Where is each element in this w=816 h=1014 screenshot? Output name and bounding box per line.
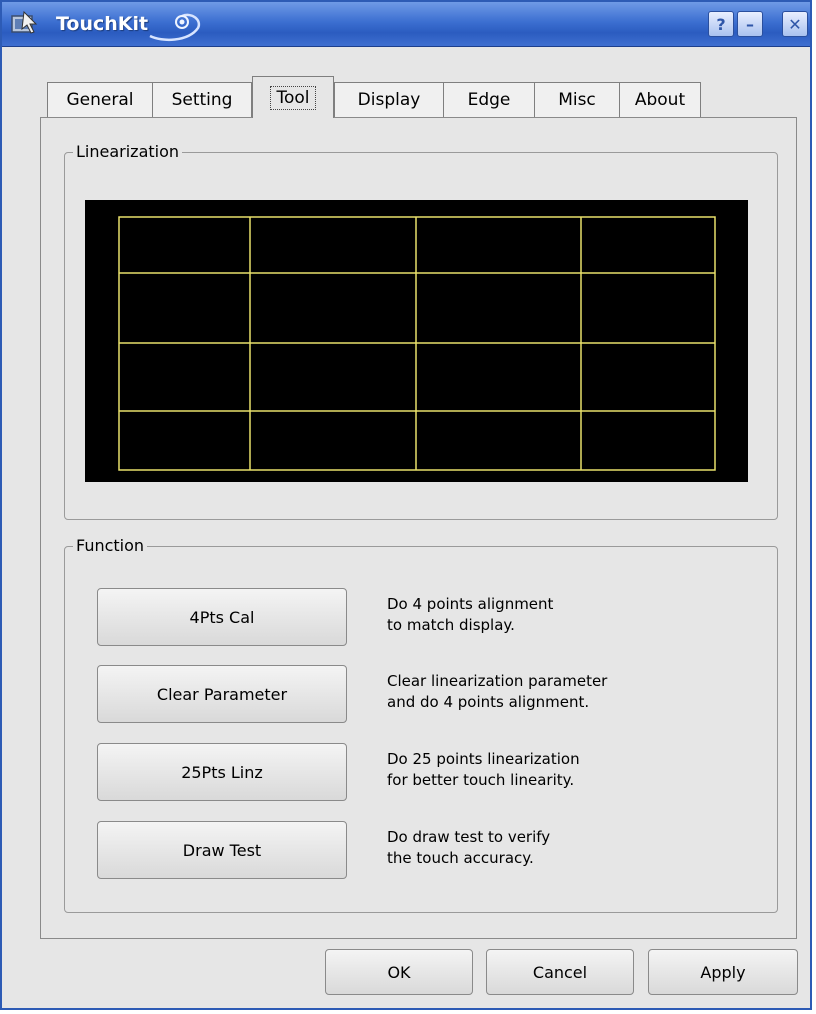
function-group: Function 4Pts Cal Do 4 points alignment … (64, 536, 778, 913)
tab-tool-label: Tool (270, 85, 316, 110)
25pts-linz-button[interactable]: 25Pts Linz (97, 743, 347, 801)
window-title: TouchKit (56, 13, 149, 35)
clear-parameter-desc-line2: and do 4 points alignment. (387, 693, 590, 711)
linearization-grid (118, 216, 716, 471)
tab-about-label: About (634, 90, 686, 110)
tab-misc[interactable]: Misc (534, 82, 620, 117)
draw-test-desc-line2: the touch accuracy. (387, 849, 534, 867)
tab-tool[interactable]: Tool (252, 76, 334, 118)
tab-display-label: Display (357, 90, 421, 110)
linearization-group-label: Linearization (73, 142, 183, 161)
ok-button[interactable]: OK (325, 949, 473, 995)
4pts-cal-button[interactable]: 4Pts Cal (97, 588, 347, 646)
logo-swirl-icon (149, 13, 201, 42)
4pts-cal-desc-line2: to match display. (387, 616, 515, 634)
4pts-cal-description: Do 4 points alignment to match display. (387, 594, 553, 636)
tab-setting[interactable]: Setting (152, 82, 252, 117)
clear-parameter-button[interactable]: Clear Parameter (97, 665, 347, 723)
tab-setting-label: Setting (171, 90, 233, 110)
function-group-label: Function (73, 536, 148, 555)
tab-display[interactable]: Display (334, 82, 444, 117)
clear-parameter-description: Clear linearization parameter and do 4 p… (387, 671, 607, 713)
25pts-linz-description: Do 25 points linearization for better to… (387, 749, 580, 791)
close-button[interactable]: ✕ (782, 11, 808, 37)
app-icon (11, 10, 38, 34)
linearization-group: Linearization (64, 142, 778, 520)
tab-edge-label: Edge (467, 90, 511, 110)
tab-general[interactable]: General (47, 82, 153, 117)
25pts-linz-desc-line1: Do 25 points linearization (387, 750, 580, 768)
cancel-button[interactable]: Cancel (486, 949, 634, 995)
tab-misc-label: Misc (558, 90, 596, 110)
tab-edge[interactable]: Edge (443, 82, 535, 117)
draw-test-button[interactable]: Draw Test (97, 821, 347, 879)
title-bar[interactable]: TouchKit ? – ✕ (2, 2, 810, 47)
draw-test-desc-line1: Do draw test to verify (387, 828, 551, 846)
clear-parameter-desc-line1: Clear linearization parameter (387, 672, 608, 690)
tool-tab-panel: Linearization Function 4Pts Cal Do 4 poi… (40, 117, 797, 939)
tab-general-label: General (66, 90, 134, 110)
touchkit-window: TouchKit ? – ✕ Linearization Function 4P… (0, 0, 812, 1010)
25pts-linz-desc-line2: for better touch linearity. (387, 771, 575, 789)
minimize-button[interactable]: – (737, 11, 763, 37)
tab-about[interactable]: About (619, 82, 701, 117)
apply-button[interactable]: Apply (648, 949, 798, 995)
linearization-preview (85, 200, 748, 482)
help-button[interactable]: ? (708, 11, 734, 37)
4pts-cal-desc-line1: Do 4 points alignment (387, 595, 554, 613)
draw-test-description: Do draw test to verify the touch accurac… (387, 827, 550, 869)
